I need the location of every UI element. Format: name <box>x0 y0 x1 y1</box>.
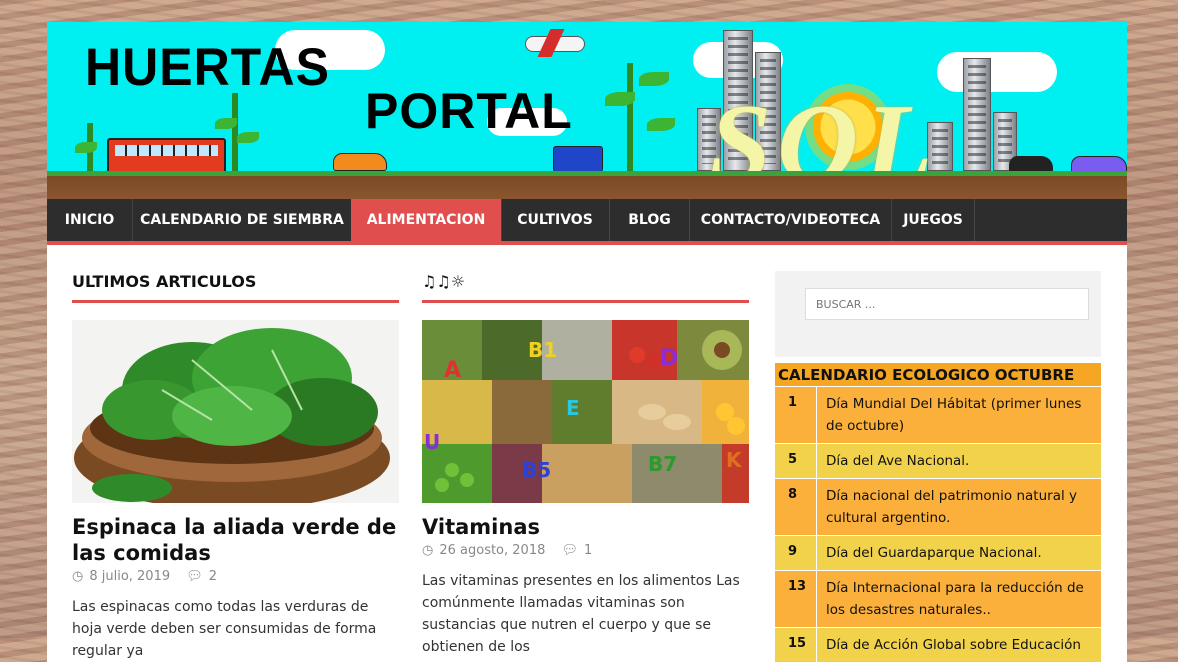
vitamin-label: A <box>444 358 462 383</box>
search-widget <box>775 271 1101 357</box>
vitamin-label: D <box>660 346 679 371</box>
nav-item-blog[interactable]: BLOG <box>610 199 690 241</box>
calendar-row: 8 Día nacional del patrimonio natural y … <box>775 478 1101 535</box>
ground-strip <box>47 171 1127 199</box>
vitamin-label: U <box>424 430 441 454</box>
article-date: 26 agosto, 2018 <box>439 543 546 558</box>
vitamins-thumbnail[interactable]: A B1 D E U B5 B7 K <box>422 320 749 503</box>
calendar-day: 15 <box>775 628 817 662</box>
vitamin-label: B7 <box>648 452 678 476</box>
article-title-spinach[interactable]: Espinaca la aliada verde de las comidas <box>72 514 402 566</box>
calendar-title: CALENDARIO ECOLOGICO OCTUBRE <box>778 366 1075 384</box>
car-illustration <box>333 153 387 171</box>
article-excerpt: Las vitaminas presentes en los alimentos… <box>422 573 740 655</box>
calendar-row: 1 Día Mundial Del Hábitat (primer lunes … <box>775 386 1101 443</box>
calendar-day: 1 <box>775 387 817 443</box>
spinach-thumbnail[interactable] <box>72 320 399 503</box>
calendar-event: Día de Acción Global sobre Educación <box>826 637 1081 653</box>
calendar-event: Día del Guardaparque Nacional. <box>826 545 1042 561</box>
main-nav: INICIO CALENDARIO DE SIEMBRA ALIMENTACIO… <box>47 199 1127 245</box>
article-meta: ◷ 26 agosto, 2018 💬︎ 1 <box>422 543 598 558</box>
vitamin-label: E <box>566 396 580 420</box>
calendar-event: Día nacional del patrimonio natural y cu… <box>826 488 1077 526</box>
calendar-row: 15 Día de Acción Global sobre Educación <box>775 627 1101 662</box>
article-title-vitaminas[interactable]: Vitaminas <box>422 514 752 540</box>
bus-illustration <box>107 138 226 174</box>
nav-item-juegos[interactable]: JUEGOS <box>892 199 975 241</box>
vitamin-label: B1 <box>528 338 558 362</box>
section-title-latest: ULTIMOS ARTICULOS <box>72 272 399 303</box>
page-container: SOL HUERTAS PORTAL INICIO CALENDARIO DE … <box>47 22 1127 662</box>
comment-count[interactable]: 2 <box>209 569 217 584</box>
nav-item-inicio[interactable]: INICIO <box>47 199 133 241</box>
nav-item-alimentacion[interactable]: ALIMENTACION <box>351 199 502 241</box>
clock-icon: ◷ <box>72 569 84 584</box>
leaf-illustration <box>237 132 259 143</box>
plant-illustration <box>627 63 633 173</box>
truck-illustration <box>553 146 603 172</box>
airplane-illustration <box>525 36 585 52</box>
header-banner[interactable]: SOL HUERTAS PORTAL <box>47 22 1127 199</box>
comment-icon: 💬︎ <box>561 543 579 558</box>
nav-item-cultivos[interactable]: CULTIVOS <box>501 199 610 241</box>
calendar-row: 5 Día del Ave Nacional. <box>775 443 1101 478</box>
calendar-row: 13 Día Internacional para la reducción d… <box>775 570 1101 627</box>
vitamin-label: B5 <box>522 458 552 482</box>
clock-icon: ◷ <box>422 543 434 558</box>
calendar-day: 5 <box>775 444 817 478</box>
calendar-event: Día Mundial Del Hábitat (primer lunes de… <box>826 396 1082 434</box>
comment-count[interactable]: 1 <box>584 543 592 558</box>
site-title-line1: HUERTAS <box>85 37 330 97</box>
vitamin-label: K <box>726 448 742 472</box>
leaf-illustration <box>215 118 237 129</box>
article-meta: ◷ 8 julio, 2019 💬︎ 2 <box>72 569 223 584</box>
calendar-day: 9 <box>775 536 817 570</box>
article-excerpt: Las espinacas como todas las verduras de… <box>72 599 377 659</box>
article-date: 8 julio, 2019 <box>89 569 171 584</box>
calendar-day: 8 <box>775 479 817 535</box>
nav-item-calendario[interactable]: CALENDARIO DE SIEMBRA <box>133 199 352 241</box>
cloud-decoration <box>937 52 1057 92</box>
leaf-illustration <box>647 118 675 131</box>
leaf-illustration <box>639 72 669 86</box>
comment-icon: 💬︎ <box>186 569 203 584</box>
search-input[interactable] <box>805 288 1089 320</box>
leaf-illustration <box>605 92 635 106</box>
calendar-event: Día Internacional para la reducción de l… <box>826 580 1084 618</box>
site-title-line2: PORTAL <box>365 83 573 139</box>
plant-illustration <box>232 93 238 173</box>
calendar-day: 13 <box>775 571 817 627</box>
eco-calendar-widget: CALENDARIO ECOLOGICO OCTUBRE 1 Día Mundi… <box>775 363 1101 662</box>
calendar-row: 9 Día del Guardaparque Nacional. <box>775 535 1101 570</box>
leaf-illustration <box>75 142 97 153</box>
section-title-music: ♫♫☼ <box>422 272 749 303</box>
calendar-event: Día del Ave Nacional. <box>826 453 970 469</box>
nav-item-contacto[interactable]: CONTACTO/VIDEOTECA <box>690 199 892 241</box>
building-illustration <box>963 58 991 171</box>
